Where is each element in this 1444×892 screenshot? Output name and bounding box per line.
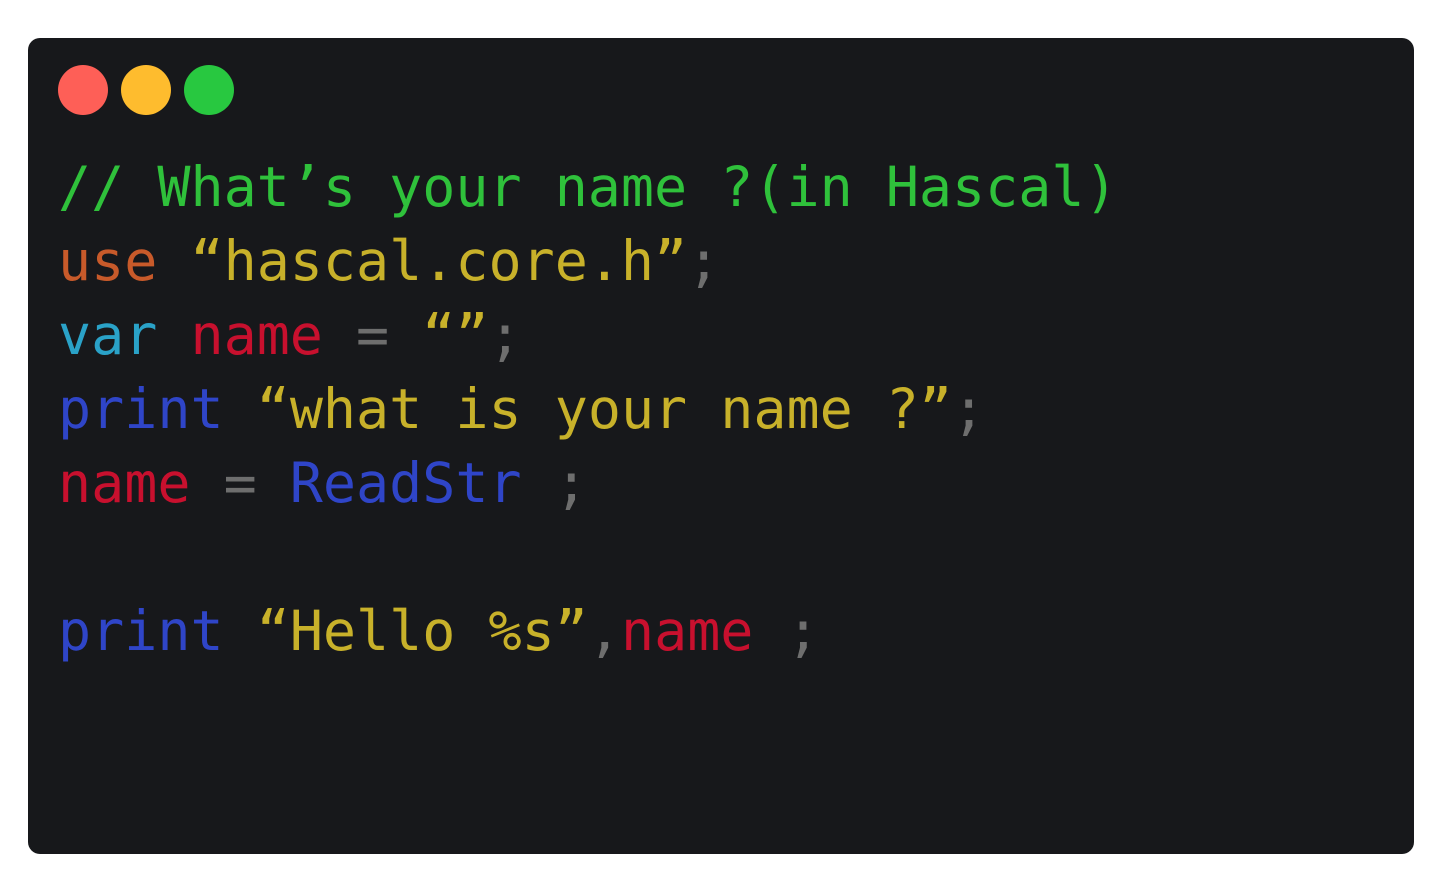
code-line: var name = “”; xyxy=(58,298,1118,372)
code-token-punctuation: ; xyxy=(952,377,986,441)
code-token-keyword-print: print xyxy=(58,377,224,441)
code-token-keyword-print: print xyxy=(58,599,224,663)
code-token-punctuation: ; xyxy=(521,451,588,515)
minimize-button-icon[interactable] xyxy=(121,65,171,115)
code-token-string: “hascal.core.h” xyxy=(190,229,688,293)
code-token-identifier: name xyxy=(58,451,191,515)
code-line: // What’s your name ?(in Hascal) xyxy=(58,150,1118,224)
code-window: // What’s your name ?(in Hascal) use “has… xyxy=(28,38,1414,854)
code-token-comment: // What’s your name ?(in Hascal) xyxy=(58,155,1118,219)
code-block: // What’s your name ?(in Hascal) use “has… xyxy=(58,150,1118,668)
code-token-punctuation xyxy=(224,377,257,441)
code-token-keyword-print: ReadStr xyxy=(289,451,522,515)
code-token-identifier: name xyxy=(620,599,754,663)
code-token-string: “what is your name ?” xyxy=(256,377,953,441)
close-button-icon[interactable] xyxy=(58,65,108,115)
code-line: use “hascal.core.h”; xyxy=(58,224,1118,298)
code-token-punctuation xyxy=(157,303,190,367)
code-token-punctuation xyxy=(224,599,257,663)
code-token-punctuation xyxy=(157,229,190,293)
code-token-keyword-var: var xyxy=(58,303,158,367)
code-token-punctuation: ; xyxy=(753,599,820,663)
code-line: print “what is your name ?”; xyxy=(58,372,1118,446)
code-token-punctuation: , xyxy=(587,599,621,663)
code-token-punctuation: ; xyxy=(687,229,721,293)
code-token-punctuation: = xyxy=(190,451,290,515)
code-token-string: “” xyxy=(422,303,489,367)
code-token-punctuation: = xyxy=(322,303,423,367)
code-token-keyword-use: use xyxy=(58,229,158,293)
code-token-identifier: name xyxy=(190,303,323,367)
code-token-string: “Hello %s” xyxy=(256,599,588,663)
maximize-button-icon[interactable] xyxy=(184,65,234,115)
code-line: name = ReadStr ; xyxy=(58,446,1118,520)
window-controls xyxy=(58,65,234,115)
code-line: print “Hello %s”,name ; xyxy=(58,594,1118,668)
code-token-punctuation: ; xyxy=(488,303,522,367)
